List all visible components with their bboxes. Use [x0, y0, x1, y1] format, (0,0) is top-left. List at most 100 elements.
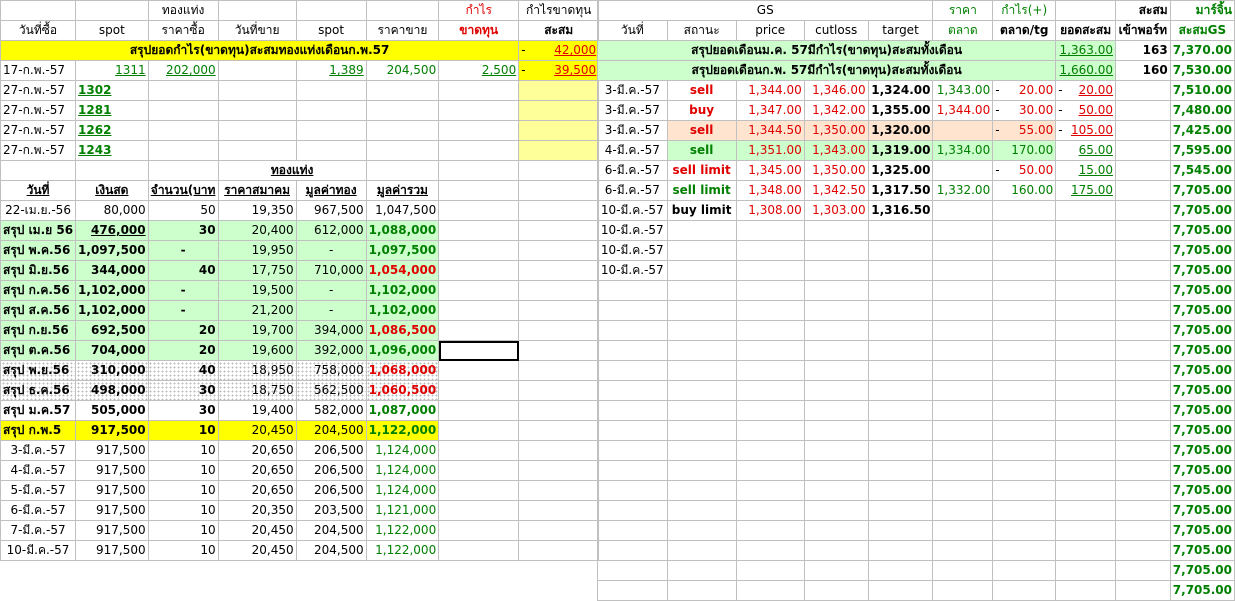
empty-cell[interactable] — [803, 320, 869, 341]
month-summary-port[interactable]: 160 — [1114, 60, 1171, 81]
empty-cell[interactable] — [735, 300, 805, 321]
empty-cell[interactable] — [932, 520, 994, 541]
empty-cell[interactable] — [666, 440, 737, 461]
margin-tail-value[interactable]: 7,705.00 — [1169, 420, 1235, 441]
gold-row-total[interactable]: 1,122,000 — [365, 520, 440, 541]
gold-row-qty[interactable]: 20 — [147, 340, 219, 361]
gold-row-price[interactable]: 20,450 — [217, 540, 297, 561]
empty-cell[interactable] — [597, 560, 668, 581]
gs-trade-pl[interactable] — [992, 200, 1057, 221]
empty-cell[interactable] — [518, 440, 600, 461]
month-summary-margin[interactable]: 7,530.00 — [1169, 60, 1235, 81]
open-trade-spot[interactable]: 1262 — [75, 120, 149, 141]
empty-cell[interactable] — [597, 380, 668, 401]
trade-sell-date[interactable] — [217, 60, 297, 81]
gs-trade-pl[interactable]: 170.00 — [992, 140, 1057, 161]
gold-row-cash[interactable]: 1,102,000 — [75, 300, 149, 321]
trade-sell-spot[interactable]: 1,389 — [295, 60, 367, 81]
empty-cell[interactable] — [1055, 380, 1116, 401]
gold-row-total[interactable]: 1,096,000 — [365, 340, 440, 361]
gold-row-price[interactable]: 20,450 — [217, 420, 297, 441]
empty-cell[interactable] — [932, 560, 994, 581]
gold-row-cash[interactable]: 505,000 — [75, 400, 149, 421]
gold-row-price[interactable]: 20,650 — [217, 440, 297, 461]
empty-cell[interactable] — [867, 540, 934, 561]
empty-cell[interactable] — [1055, 320, 1116, 341]
gs-trade-target[interactable]: 1,320.00 — [867, 120, 934, 141]
gold-row-price[interactable]: 20,650 — [217, 460, 297, 481]
empty-cell[interactable] — [1114, 80, 1171, 101]
empty-cell[interactable] — [803, 540, 869, 561]
empty-cell[interactable] — [735, 460, 805, 481]
summary-cumulative[interactable]: - 42,000 — [518, 40, 600, 61]
empty-cell[interactable] — [1055, 500, 1116, 521]
gold-row-price[interactable]: 20,350 — [217, 500, 297, 521]
right-header-cell[interactable]: price — [735, 20, 805, 41]
empty-cell[interactable] — [365, 160, 440, 181]
gold-row-date[interactable]: 3-มี.ค.-57 — [0, 440, 77, 461]
empty-cell[interactable] — [803, 340, 869, 361]
gs-trade-target[interactable]: 1,325.00 — [867, 160, 934, 181]
trade-profit[interactable]: 2,500 — [438, 60, 520, 81]
gold-row-total[interactable]: 1,124,000 — [365, 460, 440, 481]
gold-row-date[interactable]: สรุป ก.ย.56 — [0, 320, 77, 341]
gold-row-price[interactable]: 18,750 — [217, 380, 297, 401]
empty-cell[interactable] — [1055, 440, 1116, 461]
empty-cell[interactable] — [867, 460, 934, 481]
empty-cell[interactable] — [867, 480, 934, 501]
gold-row-date[interactable]: 10-มี.ค.-57 — [0, 540, 77, 561]
month-summary-value[interactable]: 1,660.00 — [1055, 60, 1116, 81]
gs-trade-pl[interactable] — [992, 240, 1057, 261]
gold-row-cash[interactable]: 344,000 — [75, 260, 149, 281]
gold-row-date[interactable]: 5-มี.ค.-57 — [0, 480, 77, 501]
empty-cell[interactable] — [1055, 580, 1116, 601]
empty-cell[interactable] — [597, 360, 668, 381]
gs-trade-cum[interactable]: -105.00 — [1055, 120, 1116, 141]
gs-trade-date[interactable]: 3-มี.ค.-57 — [597, 120, 668, 141]
gold-row-price[interactable]: 17,750 — [217, 260, 297, 281]
gold-row-cash[interactable]: 917,500 — [75, 440, 149, 461]
empty-cell[interactable] — [217, 80, 297, 101]
gold-row-price[interactable]: 20,650 — [217, 480, 297, 501]
gs-trade-price[interactable]: 1,351.00 — [735, 140, 805, 161]
gs-trade-price[interactable] — [735, 220, 805, 241]
empty-cell[interactable] — [147, 140, 219, 161]
empty-cell[interactable] — [803, 360, 869, 381]
margin-tail-value[interactable]: 7,705.00 — [1169, 320, 1235, 341]
month-summary-margin[interactable]: 7,370.00 — [1169, 40, 1235, 61]
empty-cell[interactable] — [438, 80, 520, 101]
empty-cell[interactable] — [438, 160, 520, 181]
gold-row-price[interactable]: 19,350 — [217, 200, 297, 221]
gold-row-value[interactable]: 582,000 — [295, 400, 367, 421]
gs-trade-status[interactable]: sell — [666, 120, 737, 141]
gold-row-date[interactable]: สรุป ม.ค.57 — [0, 400, 77, 421]
gs-trade-market[interactable] — [932, 120, 994, 141]
gold-row-value[interactable]: - — [295, 240, 367, 261]
empty-cell[interactable] — [992, 360, 1057, 381]
empty-cell[interactable] — [438, 180, 520, 201]
gs-trade-target[interactable] — [867, 220, 934, 241]
empty-cell[interactable] — [438, 140, 520, 161]
gs-trade-status[interactable]: buy limit — [666, 200, 737, 221]
gold-row-qty[interactable]: 30 — [147, 380, 219, 401]
empty-cell[interactable] — [803, 400, 869, 421]
empty-cell[interactable] — [932, 420, 994, 441]
empty-cell[interactable] — [1114, 280, 1171, 301]
gold-row-price[interactable]: 21,200 — [217, 300, 297, 321]
margin-tail-value[interactable]: 7,705.00 — [1169, 500, 1235, 521]
empty-cell[interactable] — [518, 220, 600, 241]
gs-trade-margin[interactable]: 7,545.00 — [1169, 160, 1235, 181]
empty-cell[interactable] — [438, 320, 520, 341]
trade-sell[interactable]: 204,500 — [365, 60, 440, 81]
empty-cell[interactable] — [518, 260, 600, 281]
trade-buy[interactable]: 202,000 — [147, 60, 219, 81]
empty-cell[interactable] — [1114, 560, 1171, 581]
right-header-cell[interactable]: สะสมGS — [1169, 20, 1235, 41]
empty-cell[interactable] — [666, 400, 737, 421]
empty-cell[interactable] — [992, 520, 1057, 541]
gs-trade-market[interactable] — [932, 200, 994, 221]
empty-cell[interactable] — [518, 500, 600, 521]
empty-cell[interactable] — [518, 180, 600, 201]
empty-cell[interactable] — [438, 240, 520, 261]
empty-cell[interactable] — [932, 440, 994, 461]
